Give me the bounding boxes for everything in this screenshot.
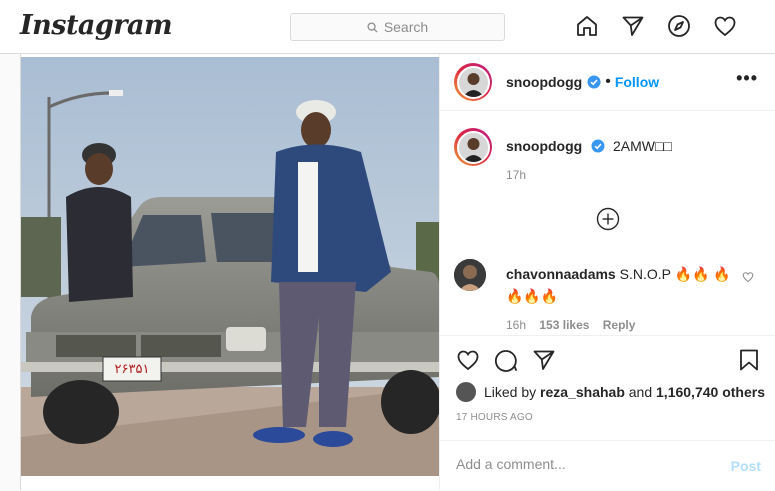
liked-by-username[interactable]: reza_shahab (540, 384, 625, 400)
likes-prefix: Liked by (484, 384, 537, 400)
separator-dot: • (605, 73, 611, 90)
likes-and: and (628, 384, 653, 400)
add-comment-bar: Post (440, 440, 775, 491)
liker-avatar[interactable] (456, 382, 476, 402)
verified-badge-icon (587, 75, 601, 89)
post-timestamp[interactable]: 17 HOURS AGO (456, 412, 533, 423)
caption-text: 2AMW□□ (612, 138, 672, 154)
comment-icon[interactable] (494, 348, 518, 372)
caption-author-avatar[interactable] (454, 128, 492, 166)
author-avatar[interactable] (454, 63, 492, 101)
post-actions: Liked by reza_shahab and 1,160,740 other… (440, 335, 775, 490)
home-icon[interactable] (575, 14, 599, 38)
like-comment-icon[interactable] (742, 271, 754, 283)
load-more-comments-icon[interactable] (596, 207, 620, 231)
avatar-image (462, 137, 484, 162)
caption-username[interactable]: snoopdogg (506, 138, 582, 154)
direct-icon[interactable] (621, 14, 645, 38)
caption: snoopdogg 2AMW□□ (454, 128, 672, 166)
save-bookmark-icon[interactable] (737, 348, 761, 372)
commenter-username[interactable]: chavonnaadams (506, 266, 616, 282)
post-comment-button[interactable]: Post (731, 458, 761, 474)
comment-input[interactable] (456, 456, 706, 472)
search-placeholder: Search (383, 19, 429, 35)
explore-icon[interactable] (667, 14, 691, 38)
top-navigation-bar: Instagram Search (0, 0, 775, 54)
post-sidebar: snoopdogg • Follow ••• snoopdogg 2AMW□□ … (439, 54, 775, 490)
likes-summary: Liked by reza_shahab and 1,160,740 other… (456, 382, 765, 402)
instagram-logo[interactable]: Instagram (20, 10, 173, 41)
search-icon (367, 21, 378, 33)
share-icon[interactable] (532, 348, 556, 372)
like-icon[interactable] (456, 348, 480, 372)
verified-badge-icon (591, 139, 605, 153)
comment-likes[interactable]: 153 likes (539, 318, 589, 332)
post-header: snoopdogg • Follow ••• (440, 54, 775, 111)
commenter-avatar[interactable] (454, 259, 486, 291)
license-plate-text: ۲۶۳۵۱ (115, 362, 150, 377)
post-photo[interactable]: ۲۶۳۵۱ (21, 57, 439, 476)
likes-count[interactable]: 1,160,740 others (656, 384, 765, 400)
avatar-image (462, 72, 484, 97)
post-modal: ۲۶۳۵۱ snoopdogg • Follow ••• snoopdogg 2… (20, 54, 775, 490)
author-username[interactable]: snoopdogg (506, 74, 582, 90)
reply-button[interactable]: Reply (603, 318, 636, 332)
caption-timestamp: 17h (506, 168, 527, 182)
comment-time: 16h (506, 318, 527, 332)
activity-heart-icon[interactable] (713, 14, 737, 38)
post-photo-illustration: ۲۶۳۵۱ (21, 57, 439, 476)
more-options-icon[interactable]: ••• (736, 68, 758, 89)
search-box[interactable]: Search (290, 13, 505, 41)
avatar-image (454, 259, 486, 291)
follow-button[interactable]: Follow (615, 74, 659, 90)
